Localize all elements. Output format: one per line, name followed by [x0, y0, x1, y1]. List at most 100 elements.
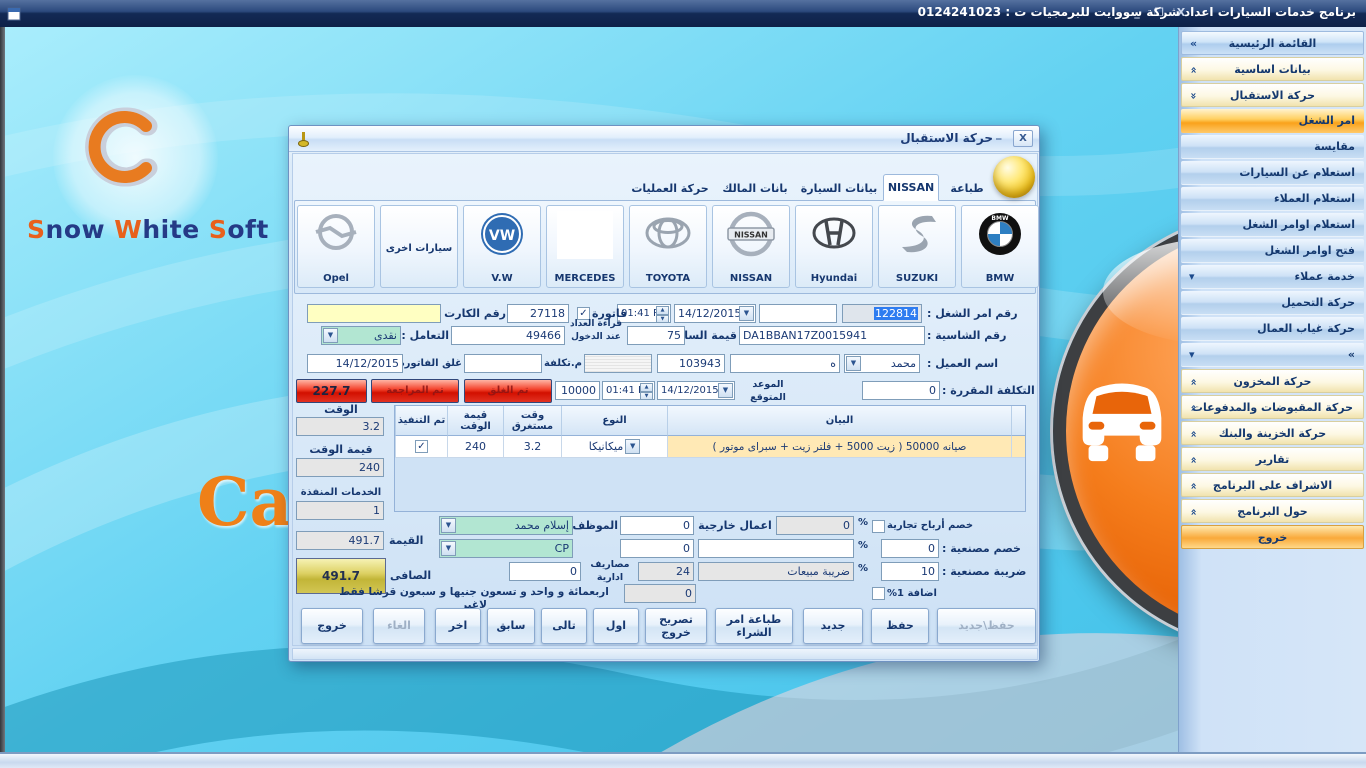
- dropdown-arrow-icon[interactable]: [739, 306, 754, 321]
- tab-car-data[interactable]: بيانات السيارة: [797, 178, 881, 200]
- sidebar-item-treasury-bank[interactable]: »حركة الخزينة والبنك: [1181, 421, 1364, 445]
- new-button[interactable]: جديد: [803, 608, 863, 644]
- spinner-arrows-icon[interactable]: ▲▼: [656, 306, 669, 321]
- meter-reading-field[interactable]: 49466: [451, 326, 565, 345]
- sidebar-item-reception[interactable]: »حركة الاستقبال: [1181, 83, 1364, 107]
- factory-tax-field[interactable]: 10: [881, 562, 939, 581]
- save-button[interactable]: حفظ: [871, 608, 929, 644]
- sidebar-item-customer-service[interactable]: ▾خدمة عملاء: [1181, 265, 1364, 289]
- last-button[interactable]: اخر: [435, 608, 481, 644]
- dropdown-arrow-icon[interactable]: [625, 439, 640, 454]
- svg-text:NISSAN: NISSAN: [734, 231, 768, 240]
- brand-button-nissan[interactable]: NISSAN NISSAN: [712, 205, 790, 288]
- sidebar-item-client-inquiry[interactable]: استعلام العملاء: [1181, 187, 1364, 211]
- brand-button-vw[interactable]: VW V.W: [463, 205, 541, 288]
- statement-cell[interactable]: صيانه 50000 ( زيت 5000 + فلتر زيت + سبرا…: [667, 436, 1011, 458]
- dropdown-arrow-icon[interactable]: [441, 541, 456, 556]
- factory-discount-desc-field[interactable]: [698, 539, 854, 558]
- work-order-extra-field[interactable]: [759, 304, 837, 323]
- external-works-field[interactable]: 0: [620, 516, 694, 535]
- dealing-combo[interactable]: نقدى: [321, 326, 401, 345]
- sidebar-item-estimate[interactable]: مقايسة: [1181, 135, 1364, 159]
- brand-button-toyota[interactable]: TOYOTA: [629, 205, 707, 288]
- work-order-field[interactable]: 122814: [842, 304, 922, 323]
- sidebar-item-reports[interactable]: »تقارير: [1181, 447, 1364, 471]
- card-extra-field[interactable]: [307, 304, 441, 323]
- planned-cost-field[interactable]: 0: [862, 381, 940, 400]
- employee-combo[interactable]: إسلام محمد: [439, 516, 573, 535]
- client-code-field[interactable]: 103943: [657, 354, 725, 373]
- dialog-minimize-icon[interactable]: _: [996, 127, 1010, 140]
- hour-value-field[interactable]: 75: [627, 326, 685, 345]
- sidebar-item-basic-data[interactable]: »بيانات اساسية: [1181, 57, 1364, 81]
- brand-button-opel[interactable]: Opel: [297, 205, 375, 288]
- logo-seg: W: [114, 215, 142, 244]
- table-row[interactable]: ✓ 240 3.2 ميكانيكا صيانه 50000 ( زيت 500…: [395, 436, 1025, 458]
- expected-time-spinner[interactable]: 01:41 P▲▼: [602, 381, 655, 400]
- brand-button-bmw[interactable]: BMW BMW: [961, 205, 1039, 288]
- time-spent-cell[interactable]: 3.2: [503, 436, 561, 458]
- sidebar-item-open-workorders[interactable]: فتح اوامر الشغل: [1181, 239, 1364, 263]
- done-cell[interactable]: ✓: [395, 436, 447, 458]
- order-date-combo[interactable]: 14/12/2015: [674, 304, 756, 323]
- dropdown-arrow-icon[interactable]: [718, 383, 733, 398]
- close-invoice-field[interactable]: [464, 354, 542, 373]
- brand-button-hyundai[interactable]: Hyundai: [795, 205, 873, 288]
- sidebar-item-worker-absence[interactable]: حركة غياب العمال: [1181, 317, 1364, 341]
- brand-button-other-cars[interactable]: سيارات اخرى: [380, 205, 458, 288]
- exit-button[interactable]: خروج: [301, 608, 363, 644]
- card-number-field[interactable]: 27118: [507, 304, 569, 323]
- sidebar-item-exit[interactable]: خروج: [1181, 525, 1364, 549]
- client-name-label: اسم العميل :: [927, 357, 1037, 370]
- tab-owner-data[interactable]: بانات المالك: [717, 178, 793, 200]
- dropdown-arrow-icon[interactable]: [323, 328, 338, 343]
- previous-button[interactable]: سابق: [487, 608, 535, 644]
- done-checkbox[interactable]: ✓: [415, 440, 428, 453]
- sidebar-item-inventory[interactable]: »حركة المخزون: [1181, 369, 1364, 393]
- gold-sphere-button[interactable]: [993, 156, 1035, 198]
- tab-print[interactable]: طباعة: [943, 178, 991, 200]
- sidebar-item-workorder-inquiry[interactable]: استعلام اوامر الشغل: [1181, 213, 1364, 237]
- sidebar-item-work-order[interactable]: امر الشغل: [1181, 109, 1364, 133]
- add-one-percent-checkbox[interactable]: [872, 587, 885, 600]
- sidebar-item-overflow[interactable]: ▾»: [1181, 343, 1364, 367]
- cp-combo[interactable]: CP: [439, 539, 573, 558]
- exit-permit-button[interactable]: تصريح خروج: [645, 608, 707, 644]
- type-cell[interactable]: ميكانيكا: [561, 436, 667, 458]
- closed-button[interactable]: تم الغلق: [464, 379, 552, 403]
- expected-amount-field[interactable]: 10000: [555, 381, 600, 400]
- expected-date-combo[interactable]: 14/12/2015: [657, 381, 735, 400]
- print-purchase-order-button[interactable]: طباعة امر الشراء: [715, 608, 793, 644]
- factory-discount-field[interactable]: 0: [881, 539, 939, 558]
- save-new-button[interactable]: حفظ\جديد: [937, 608, 1036, 644]
- first-button[interactable]: اول: [593, 608, 639, 644]
- dialog-close-icon[interactable]: X: [1013, 130, 1033, 147]
- brand-button-mercedes[interactable]: MERCEDES: [546, 205, 624, 288]
- client-name-combo[interactable]: محمد: [844, 354, 920, 373]
- close-date-field[interactable]: 14/12/2015: [307, 354, 403, 373]
- sidebar-item-car-inquiry[interactable]: استعلام عن السيارات: [1181, 161, 1364, 185]
- dropdown-arrow-icon[interactable]: [441, 518, 456, 533]
- trade-discount-checkbox[interactable]: [872, 520, 885, 533]
- next-button[interactable]: تالى: [541, 608, 587, 644]
- cancel-button[interactable]: الغاء: [373, 608, 425, 644]
- chassis-field[interactable]: DA1BBAN17Z0015941: [739, 326, 925, 345]
- tab-nissan[interactable]: NISSAN: [883, 174, 939, 201]
- company-logo-text: Snow White Soft: [27, 215, 242, 244]
- app-icon: [7, 6, 21, 25]
- sidebar-item-receipts-payments[interactable]: »حركة المقبوضات والمدفوعات: [1181, 395, 1364, 419]
- time-value-cell[interactable]: 240: [447, 436, 503, 458]
- factory-discount-mid-field[interactable]: 0: [620, 539, 694, 558]
- sidebar-item-loading[interactable]: حركة التحميل: [1181, 291, 1364, 315]
- sidebar-item-about[interactable]: »حول البرنامج: [1181, 499, 1364, 523]
- tab-operations[interactable]: حركة العمليات: [627, 178, 713, 200]
- hyundai-logo-icon: [810, 211, 858, 259]
- brand-button-suzuki[interactable]: SUZUKI: [878, 205, 956, 288]
- reviewed-button[interactable]: تم المراجعة: [371, 379, 459, 403]
- admin-expenses-field[interactable]: 0: [509, 562, 581, 581]
- sidebar-item-supervision[interactable]: »الاشراف على البرنامج: [1181, 473, 1364, 497]
- sidebar-item-main-menu[interactable]: »القائمة الرئيسية: [1181, 31, 1364, 55]
- spinner-arrows-icon[interactable]: ▲▼: [640, 383, 653, 398]
- dropdown-arrow-icon[interactable]: [846, 356, 861, 371]
- client-extra-field[interactable]: ه: [730, 354, 840, 373]
